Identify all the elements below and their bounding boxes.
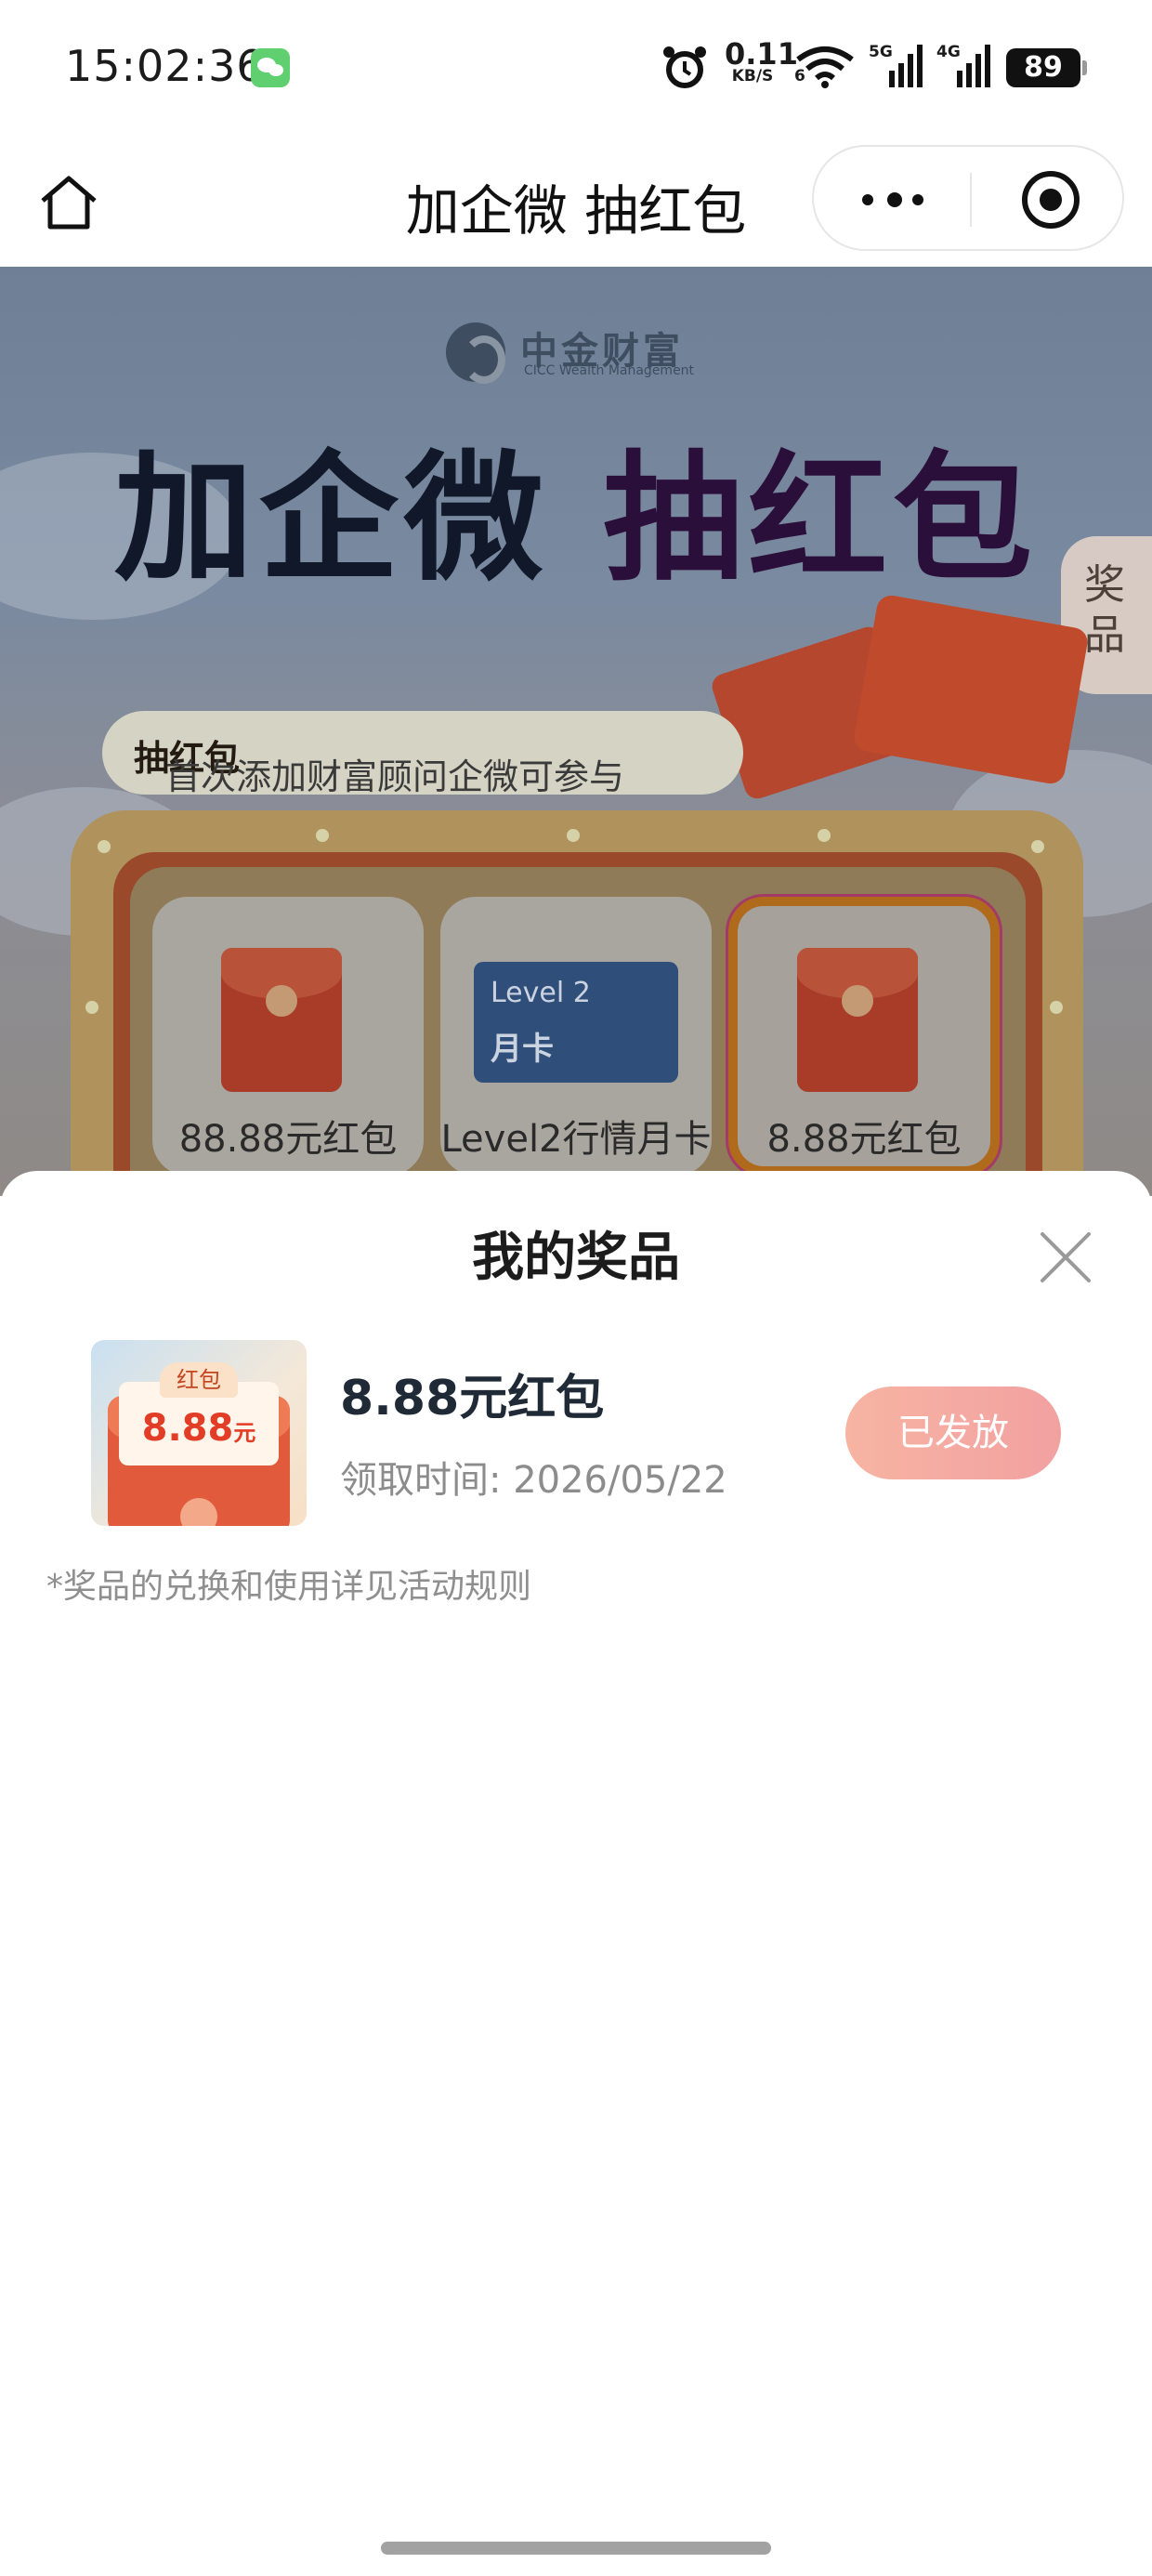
network-speed-unit: KB/S — [731, 67, 774, 85]
brand-subtitle: CICC Wealth Management — [524, 363, 695, 378]
rules-footnote: *奖品的兑换和使用详见活动规则 — [46, 1568, 532, 1606]
red-envelope-icon — [221, 948, 342, 1092]
prize-record-time: 领取时间: 2026/05/22 — [340, 1459, 727, 1502]
close-icon[interactable] — [1039, 1230, 1093, 1284]
signal-bars-icon — [889, 45, 923, 87]
thumbnail-tag: 红包 — [160, 1362, 238, 1398]
level2-card-icon: Level 2 月卡 — [474, 962, 678, 1083]
close-mini-program-icon[interactable] — [1018, 167, 1083, 232]
campaign-banner: 中金财富 CICC Wealth Management 加企微 抽红包 奖品 首… — [0, 267, 1152, 1196]
sheet-title: 我的奖品 — [472, 1228, 680, 1288]
prize-card-88[interactable]: 88.88元红包 — [152, 897, 424, 1176]
prize-record-name: 8.88元红包 — [340, 1371, 605, 1426]
eligibility-pill: 首次添加财富顾问企微可参与 抽红包 — [102, 711, 743, 797]
cicc-logo-icon — [446, 322, 505, 384]
signal-bars-icon — [957, 45, 990, 87]
battery-indicator: 89 — [1006, 48, 1087, 87]
prize-record: 红包 8.88元 8.88元红包 领取时间: 2026/05/22 已发放 — [91, 1340, 1067, 1526]
prize-card-level2[interactable]: Level 2 月卡 Level2行情月卡 — [440, 897, 712, 1176]
network-speed-value: 0.11 — [725, 36, 798, 72]
mini-program-capsule — [812, 145, 1124, 251]
more-options-icon[interactable] — [860, 175, 925, 225]
thumbnail-amount-value: 8.88 — [141, 1407, 234, 1450]
red-envelope-illustration — [706, 593, 1133, 802]
signal-4g: 4G — [936, 43, 992, 89]
signal-5g: 5G — [869, 43, 924, 89]
wifi-label: 6 — [794, 67, 805, 85]
eligibility-text: 首次添加财富顾问企微可参与 — [165, 756, 625, 797]
status-bar: 15:02:36 0.11 KB/S 6 5G 4G 89 — [0, 0, 1152, 139]
prize-name: 8.88元红包 — [766, 1118, 962, 1161]
level2-card-line2: 月卡 — [491, 1031, 554, 1068]
status-time: 15:02:36 — [65, 41, 265, 91]
alarm-icon — [663, 46, 706, 88]
prize-name: Level2行情月卡 — [440, 1118, 712, 1161]
banner-headline: 加企微 抽红包 — [0, 406, 1152, 608]
thumbnail-amount: 8.88元 — [91, 1407, 307, 1450]
wechat-notification-icon — [251, 48, 290, 87]
issued-status-button[interactable]: 已发放 — [845, 1387, 1061, 1479]
red-envelope-thumbnail: 红包 8.88元 — [91, 1340, 307, 1526]
level2-card-line1: Level 2 — [491, 977, 591, 1009]
network-speed: 0.11 KB/S — [725, 36, 798, 85]
banner-headline-part2: 抽红包 — [603, 439, 1039, 600]
banner-headline-part1: 加企微 — [113, 439, 549, 600]
my-prizes-sheet: 我的奖品 红包 8.88元 8.88元红包 领取时间: 2026/05/22 已… — [0, 1171, 1152, 2576]
prize-card-8-selected[interactable]: 8.88元红包 — [728, 897, 1000, 1176]
thumbnail-amount-unit: 元 — [233, 1420, 256, 1446]
home-indicator[interactable] — [381, 2542, 771, 2555]
mini-program-nav-bar: 加企微 抽红包 — [0, 139, 1152, 267]
capsule-divider — [970, 173, 972, 227]
red-envelope-icon — [797, 948, 918, 1092]
